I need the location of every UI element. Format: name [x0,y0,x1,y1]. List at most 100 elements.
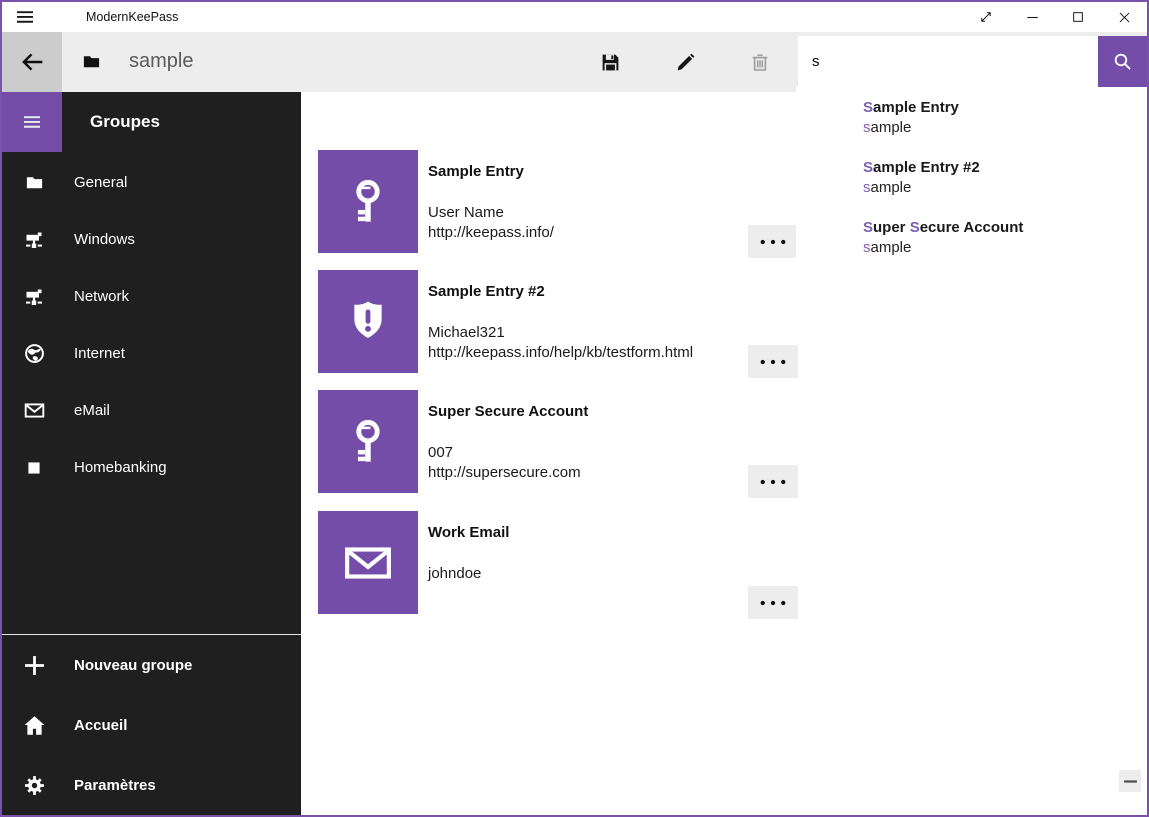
entry-row-sample-entry-2[interactable]: Sample Entry #2 Michael321 http://keepas… [318,270,800,378]
gear-icon [22,773,46,797]
entry-url: http://keepass.info/help/kb/testform.htm… [428,343,693,363]
key-icon [341,415,395,469]
sidebar-item-label: Accueil [74,717,127,734]
mail-icon [341,536,395,590]
sidebar-item-label: eMail [74,402,110,419]
back-arrow-icon [20,50,44,74]
suggestion-item-sample-entry-2[interactable]: Sample Entry #2 sample [863,158,1147,198]
sidebar-item-home[interactable]: Accueil [2,695,301,755]
maximize-button[interactable] [1055,2,1101,32]
network-icon [22,285,46,309]
close-button[interactable] [1101,2,1147,32]
entry-tile [318,390,418,493]
search-box [798,36,1147,87]
shield-icon [343,297,393,347]
network-icon [22,228,46,252]
ellipsis-icon [759,238,787,246]
search-magnifier-icon [1113,52,1132,71]
sidebar-item-email[interactable]: eMail [2,382,301,439]
database-icon [82,52,102,72]
title-bar: ModernKeePass [2,2,1147,32]
database-title: sample [129,32,193,92]
hamburger-icon [15,7,35,27]
suggestion-item-super-secure-account[interactable]: Super Secure Account sample [863,218,1147,258]
more-button[interactable] [748,465,798,498]
entry-username: 007 [428,443,453,463]
entry-title: Sample Entry #2 [428,283,545,300]
sidebar: Groupes General Windows Network Internet… [2,92,301,815]
trash-icon [750,52,770,72]
square-icon [22,456,46,480]
suggestion-subtitle: sample [863,238,1147,258]
minimize-icon [1026,11,1039,24]
sidebar-item-label: General [74,174,127,191]
edit-button[interactable] [659,32,711,92]
suggestion-subtitle: sample [863,118,1147,138]
more-button[interactable] [748,586,798,619]
sidebar-item-general[interactable]: General [2,154,301,211]
entry-title: Super Secure Account [428,403,588,420]
search-button[interactable] [1098,36,1147,87]
sidebar-item-settings[interactable]: Paramètres [2,755,301,815]
app-bar: sample [2,32,1147,92]
delete-button[interactable] [734,32,786,92]
entry-row-sample-entry[interactable]: Sample Entry User Name http://keepass.in… [318,150,800,258]
ellipsis-icon [759,599,787,607]
sidebar-item-internet[interactable]: Internet [2,325,301,382]
sidebar-item-new-group[interactable]: Nouveau groupe [2,635,301,695]
folder-icon [22,171,46,195]
suggestion-item-sample-entry[interactable]: Sample Entry sample [863,98,1147,138]
expand-icon [979,10,993,24]
ellipsis-icon [759,478,787,486]
plus-icon [22,653,46,677]
suggestion-subtitle: sample [863,178,1147,198]
suggestion-title: Sample Entry #2 [863,158,1147,178]
entry-url: http://supersecure.com [428,463,581,483]
save-button[interactable] [584,32,636,92]
sidebar-bottom: Nouveau groupe Accueil Paramètres [2,634,301,815]
close-icon [1118,11,1131,24]
window-title: ModernKeePass [86,10,178,24]
sidebar-item-label: Nouveau groupe [74,657,192,674]
search-suggestions-popup: Sample Entry sample Sample Entry #2 samp… [796,87,1147,292]
sidebar-item-label: Homebanking [74,459,167,476]
titlebar-hamburger-button[interactable] [2,2,48,32]
sidebar-item-homebanking[interactable]: Homebanking [2,439,301,496]
sidebar-hamburger-button[interactable] [2,92,62,152]
group-list: General Windows Network Internet eMail H… [2,154,301,496]
entry-tile [318,270,418,373]
maximize-icon [1072,11,1084,23]
sidebar-item-label: Windows [74,231,135,248]
entry-row-work-email[interactable]: Work Email johndoe [318,511,800,619]
sidebar-item-label: Paramètres [74,777,156,794]
search-input[interactable] [798,36,1098,87]
key-icon [341,175,395,229]
entry-username: Michael321 [428,323,505,343]
app-window: ModernKeePass sample Gro [0,0,1149,817]
back-button[interactable] [2,32,62,92]
entry-url: http://keepass.info/ [428,223,554,243]
sidebar-item-label: Internet [74,345,125,362]
entry-title: Sample Entry [428,163,524,180]
groups-header: Groupes [90,92,160,152]
entry-username: User Name [428,203,504,223]
zoom-out-button[interactable] [1119,770,1141,792]
more-button[interactable] [748,345,798,378]
suggestion-title: Sample Entry [863,98,1147,118]
minimize-button[interactable] [1009,2,1055,32]
more-button[interactable] [748,225,798,258]
sidebar-item-network[interactable]: Network [2,268,301,325]
entry-row-super-secure-account[interactable]: Super Secure Account 007 http://supersec… [318,390,800,498]
fullscreen-button[interactable] [963,2,1009,32]
save-icon [600,52,621,73]
hamburger-icon [22,112,42,132]
entry-title: Work Email [428,524,509,541]
suggestion-title: Super Secure Account [863,218,1147,238]
sidebar-item-windows[interactable]: Windows [2,211,301,268]
appbar-actions [584,32,809,92]
mail-icon [22,399,46,423]
globe-icon [22,342,46,366]
window-controls [963,2,1147,32]
entry-tile [318,150,418,253]
entry-username: johndoe [428,564,481,584]
